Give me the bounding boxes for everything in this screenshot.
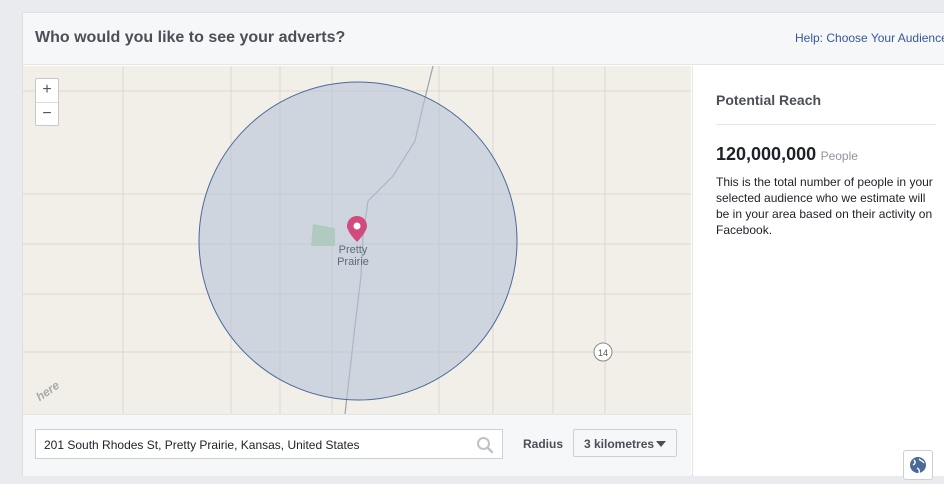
divider (716, 124, 936, 125)
radius-circle[interactable] (198, 81, 518, 401)
radius-value: 3 kilometres (584, 437, 655, 451)
place-label-line1: Pretty (339, 244, 368, 256)
place-label-line2: Prairie (337, 256, 369, 268)
page-title: Who would you like to see your adverts? (35, 29, 346, 46)
reach-count: 120,000,000 People (716, 144, 858, 165)
globe-icon (910, 457, 926, 474)
radius-dropdown[interactable]: 3 kilometres (573, 429, 677, 457)
location-search-bar: 201 South Rhodes St, Pretty Prairie, Kan… (23, 414, 691, 476)
radius-label: Radius (523, 437, 564, 451)
reach-title: Potential Reach (716, 92, 822, 108)
zoom-control: + − (35, 78, 59, 126)
zoom-out-button[interactable]: − (36, 102, 58, 125)
location-search-value: 201 South Rhodes St, Pretty Prairie, Kan… (44, 438, 360, 452)
location-map[interactable]: 14 Pretty Prairie + − here (23, 66, 691, 414)
search-icon[interactable] (476, 436, 494, 454)
location-search-input[interactable]: 201 South Rhodes St, Pretty Prairie, Kan… (35, 429, 503, 459)
map-canvas[interactable]: 14 Pretty Prairie (23, 66, 691, 414)
chevron-down-icon (656, 441, 666, 447)
audience-panel: Who would you like to see your adverts? … (22, 12, 944, 480)
panel-header: Who would you like to see your adverts? … (23, 13, 944, 65)
reach-description: This is the total number of people in yo… (716, 175, 933, 237)
zoom-in-button[interactable]: + (36, 79, 58, 102)
reach-unit: People (820, 149, 858, 163)
potential-reach-panel: Potential Reach 120,000,000 People This … (692, 66, 944, 476)
reach-number: 120,000,000 (716, 144, 817, 164)
highway-badge-label: 14 (598, 348, 608, 358)
help-link[interactable]: Help: Choose Your Audience (795, 31, 944, 45)
